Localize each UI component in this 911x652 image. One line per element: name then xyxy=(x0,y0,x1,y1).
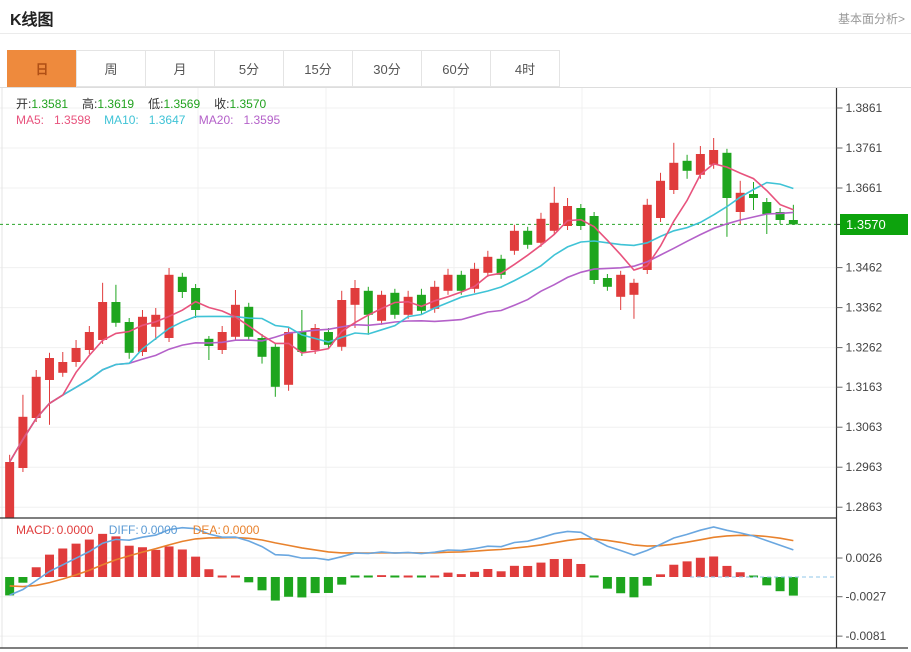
open-value: 1.3581 xyxy=(31,97,69,111)
low-value: 1.3569 xyxy=(163,97,201,111)
candlestick xyxy=(71,348,81,362)
y-axis-tick-label: -0.0081 xyxy=(846,629,887,643)
candlestick xyxy=(98,302,108,340)
candlestick xyxy=(616,274,626,297)
candlestick xyxy=(244,306,254,337)
ma20-label: MA20: xyxy=(198,113,234,127)
candlestick xyxy=(323,332,333,345)
y-axis-tick-label: 1.3661 xyxy=(846,181,883,195)
candlestick xyxy=(18,416,28,468)
diff-label: DIFF: xyxy=(108,523,139,537)
current-price-badge: 1.3570 xyxy=(840,214,908,235)
y-axis-tick-label: 1.3262 xyxy=(846,341,883,355)
candlestick xyxy=(5,462,15,518)
y-axis-tick-label: 1.3362 xyxy=(846,301,883,315)
candlestick xyxy=(656,180,666,218)
ma10-label: MA10: xyxy=(104,113,139,127)
candlestick xyxy=(363,290,373,315)
candlestick xyxy=(682,160,692,171)
y-axis-tick-label: -0.0027 xyxy=(846,590,887,604)
dea-label: DEA: xyxy=(192,523,221,537)
candlestick xyxy=(509,230,519,251)
candlestick xyxy=(443,274,453,291)
macd-value: 0.0000 xyxy=(56,523,94,537)
close-label: 收: xyxy=(214,97,230,111)
kline-page: K线图 基本面分析> 日 周 月 5分 15分 30分 60分 4时 1.386… xyxy=(0,0,911,652)
candlestick xyxy=(124,322,134,353)
candlestick xyxy=(483,256,493,273)
candlestick xyxy=(31,376,41,418)
open-label: 开: xyxy=(16,97,32,111)
candlestick xyxy=(722,152,732,198)
candlestick xyxy=(350,288,360,305)
y-axis-tick-label: 0.0026 xyxy=(846,551,883,565)
y-axis-tick-label: 1.3462 xyxy=(846,261,883,275)
candlestick xyxy=(602,278,612,287)
candlestick xyxy=(416,294,426,311)
candlestick xyxy=(749,194,759,198)
y-axis-tick-label: 1.3861 xyxy=(846,101,883,115)
macd-label: MACD: xyxy=(16,523,55,537)
y-axis-tick-label: 1.3163 xyxy=(846,380,883,394)
candlestick xyxy=(549,202,559,231)
candlestick xyxy=(536,218,546,243)
candlestick xyxy=(44,358,54,380)
candlestick xyxy=(629,282,639,295)
candlestick xyxy=(788,220,798,225)
close-value: 1.3570 xyxy=(229,97,267,111)
candlestick xyxy=(58,362,68,373)
candlestick xyxy=(270,346,280,387)
axis-labels: 1.3861 1.3761 1.3661 1.3462 1.3362 1.3262 1.31… xyxy=(836,101,887,643)
y-axis-tick-label: 1.3761 xyxy=(846,141,883,155)
high-label: 高: xyxy=(82,97,98,111)
candlestick xyxy=(456,274,466,291)
ma20-value: 1.3595 xyxy=(243,113,281,127)
y-axis-tick-label: 1.2863 xyxy=(846,500,883,514)
candlestick xyxy=(523,230,533,245)
y-axis-tick-label: 1.2963 xyxy=(846,460,883,474)
ma5-line xyxy=(8,162,794,463)
y-axis-tick-label: 1.3063 xyxy=(846,420,883,434)
candlestick xyxy=(762,202,772,214)
ma5-value: 1.3598 xyxy=(54,113,91,127)
macd-legend: MACD: 0.0000 DIFF: 0.0000 DEA: 0.0000 xyxy=(16,523,271,537)
candles-layer xyxy=(5,138,798,518)
candlestick xyxy=(709,150,719,165)
diff-value: 0.0000 xyxy=(140,523,178,537)
ohlc-legend: 开:1.3581 高:1.3619 低:1.3569 收:1.3570 xyxy=(16,95,280,112)
ma5-label: MA5: xyxy=(16,113,45,127)
candlestick xyxy=(430,286,440,309)
candlestick xyxy=(284,332,294,385)
candlestick xyxy=(230,304,240,337)
candlestick xyxy=(177,276,187,292)
ma10-value: 1.3647 xyxy=(148,113,186,127)
candlestick xyxy=(403,296,413,315)
candlestick xyxy=(111,302,121,323)
low-label: 低: xyxy=(148,97,164,111)
high-value: 1.3619 xyxy=(97,97,135,111)
candlestick xyxy=(191,288,201,310)
candlestick xyxy=(669,162,679,190)
dea-value: 0.0000 xyxy=(222,523,260,537)
candlestick xyxy=(576,208,586,226)
candlestick xyxy=(84,332,94,350)
candlestick xyxy=(337,300,347,347)
ma-legend: MA5: 1.3598 MA10: 1.3647 MA20: 1.3595 xyxy=(16,113,290,127)
